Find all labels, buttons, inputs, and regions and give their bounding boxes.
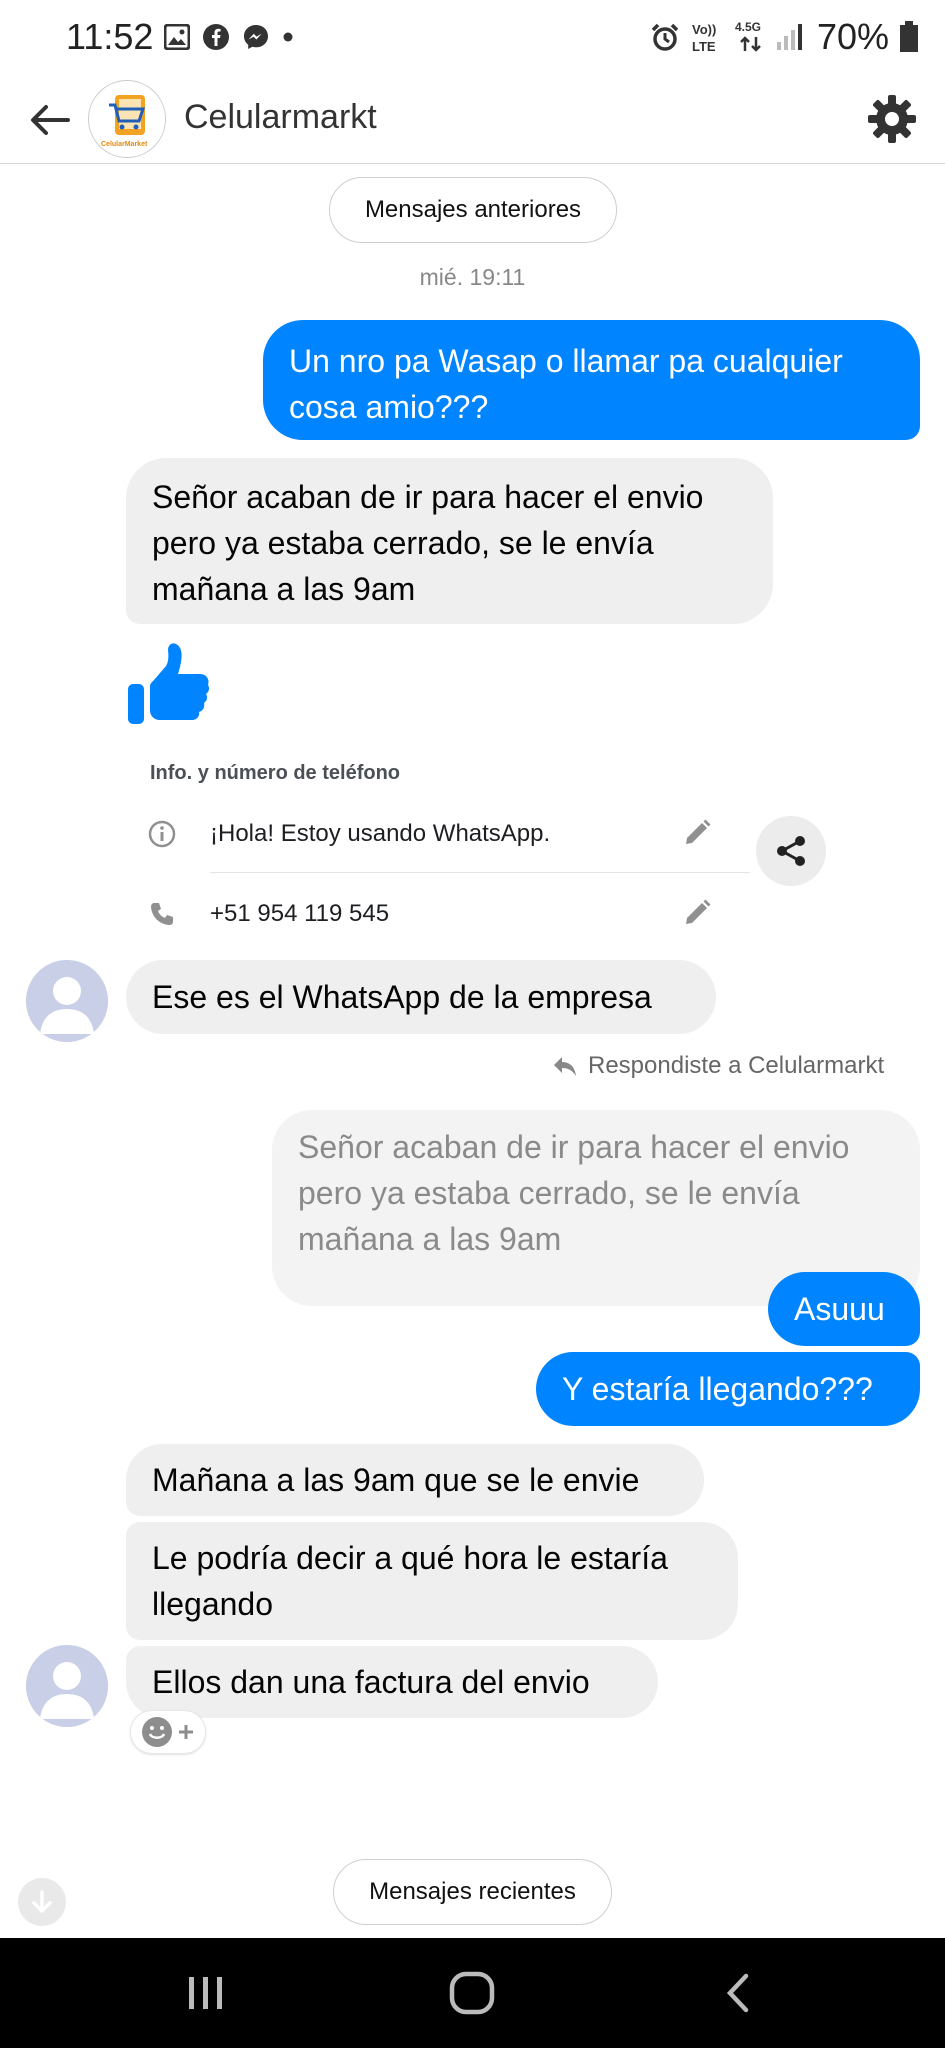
edit-pencil-icon[interactable]	[682, 898, 712, 928]
svg-text:Vo)): Vo))	[692, 22, 716, 37]
add-reaction-button[interactable]	[130, 1710, 206, 1754]
recent-apps-button[interactable]	[176, 1968, 236, 2018]
home-icon	[449, 1971, 495, 2015]
default-person-icon	[26, 960, 108, 1042]
page-logo-text: CelularMarket	[101, 141, 148, 148]
edit-pencil-icon[interactable]	[682, 818, 712, 848]
contact-phone-row: +51 954 119 545	[126, 884, 746, 944]
contact-phone-number[interactable]: +51 954 119 545	[210, 900, 389, 928]
settings-button[interactable]	[865, 92, 919, 146]
sender-avatar[interactable]	[26, 1645, 108, 1727]
network-type-label: 4.5G	[734, 20, 761, 34]
smiley-icon	[142, 1717, 172, 1747]
scroll-to-bottom-button[interactable]	[18, 1878, 66, 1926]
system-navigation-bar	[0, 1938, 945, 2048]
chevron-left-icon	[726, 1973, 749, 2013]
default-person-icon	[26, 1645, 108, 1727]
recent-apps-icon	[189, 1977, 222, 2009]
message-bubble-incoming[interactable]: Ellos dan una factura del envio	[126, 1646, 658, 1718]
reply-label-text: Respondiste a Celularmarkt	[588, 1052, 885, 1079]
facebook-icon	[203, 24, 229, 50]
message-bubble-incoming[interactable]: Mañana a las 9am que se le envie	[126, 1444, 704, 1516]
older-messages-button[interactable]: Mensajes anteriores	[329, 177, 617, 243]
page-name[interactable]: Celularmarkt	[184, 98, 377, 137]
notification-icons	[164, 22, 294, 52]
reply-indicator: Respondiste a Celularmarkt	[552, 1052, 884, 1080]
svg-text:LTE: LTE	[692, 39, 716, 54]
plus-icon	[179, 1725, 193, 1739]
contact-info-card: Info. y número de teléfono ¡Hola! Estoy …	[126, 748, 866, 948]
data-arrows-icon	[740, 36, 761, 52]
message-bubble-outgoing[interactable]: Asuuu	[768, 1272, 920, 1346]
signal-strength-icon	[776, 24, 802, 50]
home-button[interactable]	[442, 1968, 502, 2018]
page-avatar[interactable]: CelularMarket	[88, 80, 166, 158]
battery-percent: 70%	[816, 16, 889, 57]
arrow-left-icon	[31, 105, 70, 135]
back-nav-button[interactable]	[708, 1968, 768, 2018]
gallery-icon	[164, 24, 190, 50]
contact-card-divider	[210, 872, 750, 873]
battery-icon	[900, 21, 918, 52]
alarm-icon	[651, 23, 679, 51]
system-indicators: Vo)) LTE 4.5G 70%	[649, 14, 919, 60]
message-bubble-incoming[interactable]: Ese es el WhatsApp de la empresa	[126, 960, 716, 1034]
network-type-indicator: 4.5G	[735, 20, 765, 54]
contact-status-row: ¡Hola! Estoy usando WhatsApp.	[126, 804, 746, 864]
share-contact-button[interactable]	[756, 816, 826, 886]
more-notifications-dot-icon	[283, 32, 293, 42]
sender-avatar[interactable]	[26, 960, 108, 1042]
message-timestamp: mié. 19:11	[419, 264, 526, 290]
reply-arrow-icon	[554, 1057, 576, 1076]
arrow-down-icon	[32, 1890, 52, 1913]
message-bubble-incoming[interactable]: Le podría decir a qué hora le estaría ll…	[126, 1522, 738, 1640]
recent-messages-button[interactable]: Mensajes recientes	[333, 1859, 612, 1925]
phone-icon	[151, 903, 173, 925]
info-icon	[148, 820, 176, 848]
message-bubble-incoming[interactable]: Señor acaban de ir para hacer el envio p…	[126, 458, 773, 624]
status-time: 11:52	[66, 16, 154, 57]
status-bar: 11:52 Vo)) LTE 4.5G 70%	[0, 0, 945, 74]
gear-icon	[868, 95, 916, 143]
contact-card-title: Info. y número de teléfono	[150, 762, 401, 784]
chat-header: CelularMarket Celularmarkt	[0, 74, 945, 164]
messenger-icon	[244, 25, 268, 49]
contact-status-text: ¡Hola! Estoy usando WhatsApp.	[210, 820, 551, 847]
share-icon	[777, 836, 805, 866]
message-bubble-outgoing[interactable]: Y estaría llegando???	[536, 1352, 920, 1426]
volte-lte-icon: Vo)) LTE	[692, 22, 716, 54]
thumbs-up-icon[interactable]	[126, 640, 212, 728]
back-button[interactable]	[26, 96, 74, 144]
message-bubble-outgoing[interactable]: Un nro pa Wasap o llamar pa cualquier co…	[263, 320, 920, 440]
